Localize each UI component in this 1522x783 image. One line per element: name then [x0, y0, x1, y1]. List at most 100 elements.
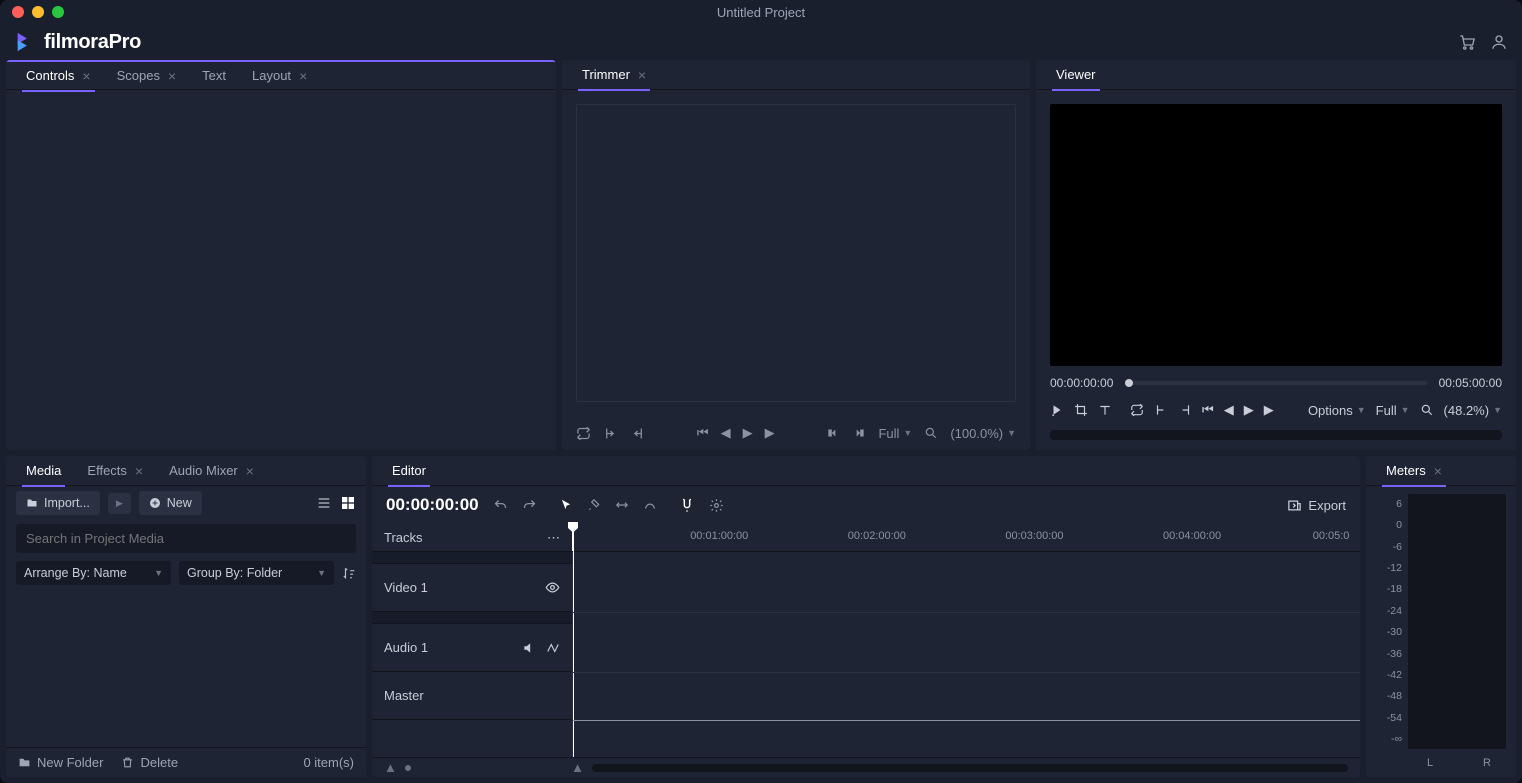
playhead-line[interactable]: [573, 524, 574, 757]
loop-icon[interactable]: [1130, 403, 1144, 417]
close-icon[interactable]: ×: [82, 68, 90, 84]
zoom-out-icon[interactable]: ▲: [384, 760, 397, 775]
play-icon[interactable]: ▶: [1244, 402, 1254, 418]
mark-out-icon[interactable]: [1178, 403, 1192, 417]
play-icon[interactable]: ▶: [743, 425, 753, 441]
snap-icon[interactable]: [679, 497, 695, 513]
media-search-input[interactable]: [16, 524, 356, 553]
export-button[interactable]: Export: [1287, 498, 1346, 513]
import-button[interactable]: Import...: [16, 491, 100, 515]
timeline-area[interactable]: [572, 552, 1360, 757]
select-tool-icon[interactable]: [559, 498, 573, 512]
sort-icon[interactable]: [342, 566, 356, 580]
trimmer-viewport: [576, 104, 1016, 402]
close-icon[interactable]: ×: [135, 463, 143, 479]
mark-out-icon[interactable]: [630, 426, 645, 441]
text-tool-icon[interactable]: [1098, 403, 1112, 417]
step-back-icon[interactable]: ◀: [721, 425, 731, 441]
overwrite-icon[interactable]: [852, 426, 866, 440]
insert-icon[interactable]: [826, 426, 840, 440]
delete-button[interactable]: Delete: [121, 755, 178, 770]
controls-panel: Controls× Scopes× Text Layout×: [6, 60, 556, 450]
arrange-by-select[interactable]: Arrange By: Name▼: [16, 561, 171, 585]
new-folder-button[interactable]: New Folder: [18, 755, 103, 770]
tab-layout[interactable]: Layout×: [240, 61, 319, 91]
item-count: 0 item(s): [303, 755, 354, 770]
trimmer-zoom-select[interactable]: (100.0%)▼: [950, 426, 1016, 441]
tab-meters[interactable]: Meters×: [1374, 456, 1454, 486]
viewer-options-select[interactable]: Options▼: [1308, 403, 1366, 418]
tab-media[interactable]: Media: [14, 456, 73, 486]
tracks-label: Tracks: [384, 530, 423, 545]
cart-icon[interactable]: [1458, 33, 1476, 51]
viewer-viewport[interactable]: [1050, 104, 1502, 366]
timeline-hscroll[interactable]: [592, 764, 1348, 772]
tab-editor[interactable]: Editor: [380, 456, 438, 486]
tracks-menu-icon[interactable]: ⋯: [547, 530, 560, 546]
window-minimize-button[interactable]: [32, 6, 44, 18]
eye-icon[interactable]: [545, 580, 560, 595]
search-icon[interactable]: [924, 426, 938, 440]
tab-controls[interactable]: Controls×: [14, 61, 103, 91]
goto-start-icon[interactable]: ⏮: [697, 425, 709, 441]
close-icon[interactable]: ×: [1434, 463, 1442, 479]
trimmer-panel: Trimmer× ⏮ ◀ ▶ ▶: [562, 60, 1030, 450]
media-list[interactable]: [6, 589, 366, 747]
rate-tool-icon[interactable]: [643, 498, 657, 512]
tab-scopes[interactable]: Scopes×: [105, 61, 189, 91]
close-icon[interactable]: ×: [246, 463, 254, 479]
trimmer-quality-select[interactable]: Full▼: [878, 426, 912, 441]
viewer-time-end: 00:05:00:00: [1439, 376, 1502, 390]
new-button[interactable]: New: [139, 491, 202, 515]
search-icon[interactable]: [1420, 403, 1434, 417]
meter-bars: [1408, 494, 1506, 749]
goto-start-icon[interactable]: ⏮: [1202, 402, 1214, 418]
editor-timecode[interactable]: 00:00:00:00: [386, 495, 479, 515]
close-icon[interactable]: ×: [168, 68, 176, 84]
viewer-quality-select[interactable]: Full▼: [1376, 403, 1410, 418]
step-fwd-icon[interactable]: ▶: [1264, 402, 1274, 418]
group-by-select[interactable]: Group By: Folder▼: [179, 561, 334, 585]
import-more-button[interactable]: ▶: [108, 493, 131, 514]
close-icon[interactable]: ×: [299, 68, 307, 84]
list-view-icon[interactable]: [316, 495, 332, 511]
trash-icon: [121, 756, 134, 769]
viewer-timeline-scrubber[interactable]: [1125, 381, 1426, 385]
window-zoom-button[interactable]: [52, 6, 64, 18]
close-icon[interactable]: ×: [638, 67, 646, 83]
step-back-icon[interactable]: ◀: [1224, 402, 1234, 418]
loop-icon[interactable]: [576, 426, 591, 441]
tab-viewer[interactable]: Viewer: [1044, 60, 1108, 90]
window-title: Untitled Project: [717, 5, 805, 20]
window-close-button[interactable]: [12, 6, 24, 18]
crop-icon[interactable]: [1074, 403, 1088, 417]
razor-tool-icon[interactable]: [587, 498, 601, 512]
redo-icon[interactable]: [522, 498, 537, 513]
user-icon[interactable]: [1490, 33, 1508, 51]
app-logo-icon: [14, 31, 36, 53]
settings-icon[interactable]: [709, 498, 724, 513]
timeline-ruler[interactable]: 00:01:00:00 00:02:00:00 00:03:00:00 00:0…: [572, 524, 1360, 551]
step-fwd-icon[interactable]: ▶: [765, 425, 775, 441]
viewer-zoom-select[interactable]: (48.2%)▼: [1444, 403, 1502, 418]
waveform-icon[interactable]: [546, 641, 560, 655]
zoom-in-icon[interactable]: ▲: [571, 760, 584, 775]
grid-view-icon[interactable]: [340, 495, 356, 511]
mark-in-icon[interactable]: [603, 426, 618, 441]
meters-panel: Meters× 60-6-12-18-24-30-36-42-48-54-∞ L…: [1366, 456, 1516, 777]
track-master[interactable]: Master: [372, 672, 572, 720]
track-video-1[interactable]: Video 1: [372, 564, 572, 612]
undo-icon[interactable]: [493, 498, 508, 513]
tab-effects[interactable]: Effects×: [75, 456, 155, 486]
tab-trimmer[interactable]: Trimmer×: [570, 60, 658, 90]
plus-circle-icon: [149, 497, 161, 509]
editor-panel: Editor 00:00:00:00: [372, 456, 1360, 777]
speaker-icon[interactable]: [522, 641, 536, 655]
viewer-hscroll[interactable]: [1050, 430, 1502, 440]
play-range-icon[interactable]: [1050, 403, 1064, 417]
track-audio-1[interactable]: Audio 1: [372, 624, 572, 672]
tab-audio-mixer[interactable]: Audio Mixer×: [157, 456, 266, 486]
tab-text[interactable]: Text: [190, 61, 238, 91]
slip-tool-icon[interactable]: [615, 498, 629, 512]
mark-in-icon[interactable]: [1154, 403, 1168, 417]
